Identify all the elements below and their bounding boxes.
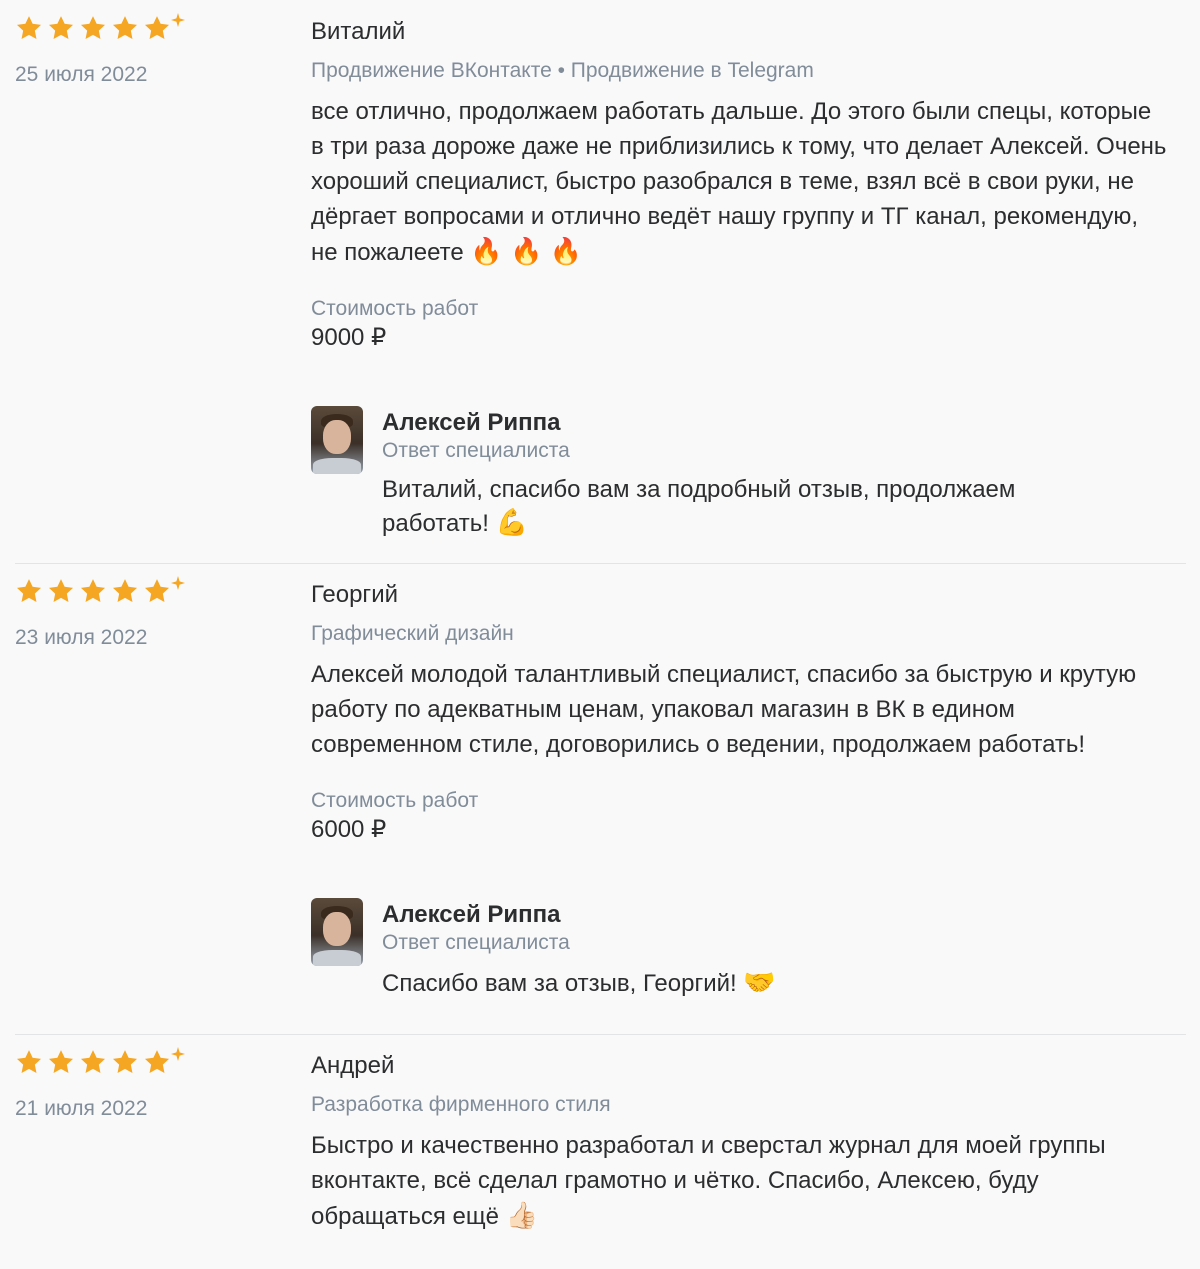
- reply-text: Виталий, спасибо вам за подробный отзыв,…: [382, 474, 1102, 540]
- cost-label: Стоимость работ: [311, 789, 479, 812]
- reply-text: Спасибо вам за отзыв, Георгий! 🤝: [382, 966, 776, 1000]
- review-text-body: все отлично, продолжаем работать дальше.…: [311, 98, 1167, 266]
- star-icon: [47, 577, 75, 605]
- review-card: 21 июля 2022 Андрей Разработка фирменног…: [0, 1034, 1200, 1269]
- review-card: 23 июля 2022 Георгий Графический дизайн …: [0, 563, 1200, 1034]
- star-icon: [111, 1048, 139, 1076]
- review-text: Быстро и качественно разработал и сверст…: [311, 1128, 1170, 1234]
- star-icon: [79, 1048, 107, 1076]
- star-icon: [143, 577, 171, 605]
- cost-value: 6000 ₽: [311, 816, 387, 843]
- star-rating: [15, 10, 311, 46]
- review-content: Андрей Разработка фирменного стиля Быстр…: [311, 1034, 1200, 1269]
- cost-value: 9000 ₽: [311, 324, 387, 351]
- review-date: 21 июля 2022: [15, 1097, 148, 1120]
- star-icon: [143, 1048, 171, 1076]
- review-author[interactable]: Виталий: [311, 17, 1170, 47]
- specialist-reply: Алексей Риппа Ответ специалиста Спасибо …: [311, 898, 1170, 1000]
- sparkle-icon: [171, 1047, 185, 1061]
- star-icon: [47, 1048, 75, 1076]
- star-icon: [79, 14, 107, 42]
- review-date: 25 июля 2022: [15, 63, 148, 86]
- handshake-emoji: 🤝: [743, 967, 776, 997]
- review-text-body: Алексей молодой талантливый специалист, …: [311, 661, 1137, 758]
- sparkle-icon: [171, 13, 185, 27]
- review-meta: 25 июля 2022: [0, 0, 311, 563]
- specialist-reply: Алексей Риппа Ответ специалиста Виталий,…: [311, 406, 1170, 540]
- review-date: 23 июля 2022: [15, 626, 148, 649]
- thumbs-up-emoji: 👍🏻: [505, 1200, 539, 1230]
- review-text-body: Быстро и качественно разработал и сверст…: [311, 1132, 1106, 1230]
- reply-body: Алексей Риппа Ответ специалиста Виталий,…: [382, 406, 1102, 540]
- review-author[interactable]: Георгий: [311, 580, 1170, 610]
- star-icon: [79, 577, 107, 605]
- reply-author-name[interactable]: Алексей Риппа: [382, 408, 1102, 438]
- review-content: Георгий Графический дизайн Алексей молод…: [311, 563, 1200, 1034]
- reply-body: Алексей Риппа Ответ специалиста Спасибо …: [382, 898, 776, 1000]
- star-rating: [15, 573, 311, 609]
- reply-author-name[interactable]: Алексей Риппа: [382, 900, 776, 930]
- reviews-list: 25 июля 2022 Виталий Продвижение ВКонтак…: [0, 0, 1200, 1269]
- star-rating: [15, 1044, 311, 1080]
- cost-label: Стоимость работ: [311, 297, 479, 320]
- reply-role: Ответ специалиста: [382, 931, 570, 954]
- flexed-biceps-emoji: 💪: [495, 507, 529, 537]
- star-icon: [143, 14, 171, 42]
- star-icon: [15, 1048, 43, 1076]
- avatar[interactable]: [311, 406, 363, 474]
- review-text: Алексей молодой талантливый специалист, …: [311, 657, 1170, 762]
- avatar[interactable]: [311, 898, 363, 966]
- reply-role: Ответ специалиста: [382, 439, 570, 462]
- review-service-tags: Графический дизайн: [311, 622, 514, 645]
- star-icon: [15, 577, 43, 605]
- review-text: все отлично, продолжаем работать дальше.…: [311, 94, 1170, 270]
- star-icon: [111, 14, 139, 42]
- reply-text-body: Спасибо вам за отзыв, Георгий!: [382, 970, 737, 997]
- reply-text-body: Виталий, спасибо вам за подробный отзыв,…: [382, 476, 1016, 537]
- review-author[interactable]: Андрей: [311, 1051, 1170, 1081]
- fire-emoji: 🔥 🔥 🔥: [470, 236, 582, 266]
- review-content: Виталий Продвижение ВКонтакте • Продвиже…: [311, 0, 1200, 563]
- star-icon: [47, 14, 75, 42]
- star-icon: [15, 14, 43, 42]
- star-icon: [111, 577, 139, 605]
- review-meta: 23 июля 2022: [0, 563, 311, 1034]
- review-service-tags: Продвижение ВКонтакте • Продвижение в Te…: [311, 59, 814, 82]
- sparkle-icon: [171, 576, 185, 590]
- review-meta: 21 июля 2022: [0, 1034, 311, 1269]
- review-service-tags: Разработка фирменного стиля: [311, 1093, 611, 1116]
- review-card: 25 июля 2022 Виталий Продвижение ВКонтак…: [0, 0, 1200, 563]
